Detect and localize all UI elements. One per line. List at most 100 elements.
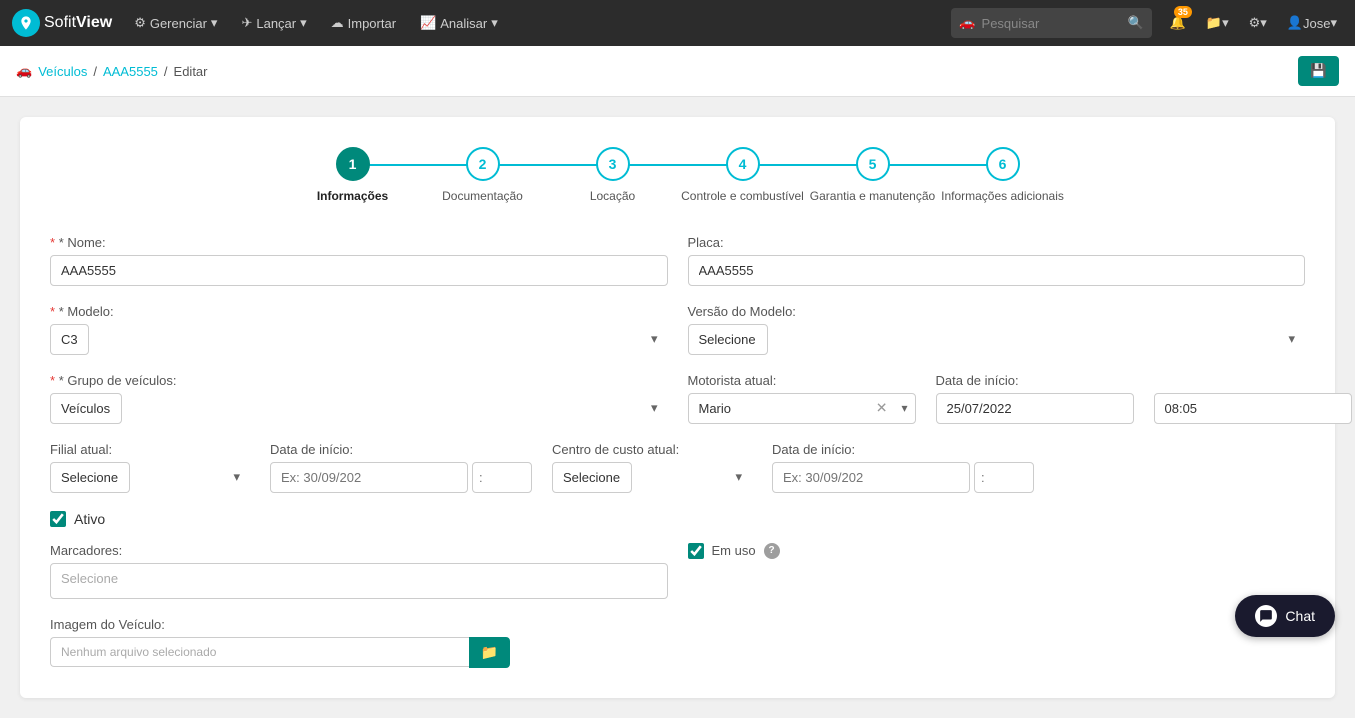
documents-button[interactable]: 📁 ▾ [1200, 0, 1235, 46]
form-group-em-uso: Em uso ? [688, 543, 1306, 559]
step-circle-1: 1 [336, 147, 370, 181]
chevron-down-icon: ▾ [300, 15, 307, 31]
hora3-input[interactable] [974, 462, 1034, 493]
step-label-1: Informações [317, 189, 388, 205]
data-inicio2-label: Data de início: [270, 442, 532, 457]
nav-gerenciar[interactable]: ⚙ Gerenciar ▾ [124, 0, 227, 46]
chevron-down-icon: ▾ [1330, 15, 1337, 31]
image-upload-button[interactable]: 📁 [469, 637, 510, 668]
em-uso-checkbox[interactable] [688, 543, 704, 559]
form-group-marcadores: Marcadores: Selecione [50, 543, 668, 599]
chat-button[interactable]: Chat [1235, 595, 1335, 637]
data2-input[interactable] [270, 462, 468, 493]
breadcrumb-current: Editar [174, 64, 208, 79]
search-icon[interactable]: 🔍 [1128, 15, 1144, 31]
step-label-6: Informações adicionais [941, 189, 1064, 205]
notifications-button[interactable]: 🔔 35 [1164, 0, 1192, 46]
image-upload: Nenhum arquivo selecionado 📁 [50, 637, 510, 668]
hora-input[interactable] [1154, 393, 1352, 424]
modelo-select[interactable]: C3 [50, 324, 89, 355]
nav-analisar[interactable]: 📈 Analisar ▾ [410, 0, 508, 46]
folder-icon: 📁 [1206, 15, 1222, 31]
upload-icon: 📁 [481, 644, 498, 660]
data-inicio3-label: Data de início: [772, 442, 1034, 457]
form-row-nome-placa: * * Nome: Placa: [50, 235, 1305, 286]
chat-label: Chat [1285, 608, 1315, 624]
form-row-marcadores: Marcadores: Selecione Em uso ? [50, 543, 1305, 599]
step-5[interactable]: 5 Garantia e manutenção [808, 147, 938, 205]
step-1[interactable]: 1 Informações [288, 147, 418, 205]
stepper: 1 Informações 2 Documentação 3 Locação 4… [50, 147, 1305, 205]
step-line-2 [483, 164, 613, 166]
data-inicio-input[interactable] [936, 393, 1134, 424]
breadcrumb: 🚗 Veículos / AAA5555 / Editar [16, 63, 208, 79]
form-row-modelo: * * Modelo: C3 Versão do Modelo: Selecio… [50, 304, 1305, 355]
breadcrumb-plate[interactable]: AAA5555 [103, 64, 158, 79]
search-bar[interactable]: 🚗 🔍 [951, 8, 1151, 38]
step-2[interactable]: 2 Documentação [418, 147, 548, 205]
step-label-4: Controle e combustível [681, 189, 804, 205]
search-input[interactable] [982, 16, 1122, 31]
nome-input[interactable] [50, 255, 668, 286]
form-group-data3: Data de início: [772, 442, 1034, 493]
data-inicio-label: Data de início: [936, 373, 1134, 388]
modelo-select-wrapper: C3 [50, 324, 668, 355]
save-button[interactable]: 💾 [1298, 56, 1339, 86]
nav-lancar[interactable]: ✈ Lançar ▾ [231, 0, 316, 46]
ativo-label[interactable]: Ativo [74, 511, 105, 527]
form-group-nome: * * Nome: [50, 235, 668, 286]
versao-label: Versão do Modelo: [688, 304, 1306, 319]
imagem-label: Imagem do Veículo: [50, 617, 510, 632]
nome-label: * * Nome: [50, 235, 668, 250]
hora2-input[interactable] [472, 462, 532, 493]
filial-label: Filial atual: [50, 442, 250, 457]
step-circle-5: 5 [856, 147, 890, 181]
user-menu[interactable]: 👤 Jose ▾ [1281, 0, 1343, 46]
form-card: 1 Informações 2 Documentação 3 Locação 4… [20, 117, 1335, 698]
form-group-modelo: * * Modelo: C3 [50, 304, 668, 355]
main-content: 1 Informações 2 Documentação 3 Locação 4… [0, 97, 1355, 718]
form-row-grupo: * * Grupo de veículos: Veículos Motorist… [50, 373, 1305, 424]
data3-input-group [772, 462, 1034, 493]
breadcrumb-veiculos[interactable]: Veículos [38, 64, 87, 79]
step-label-5: Garantia e manutenção [810, 189, 935, 205]
ativo-checkbox[interactable] [50, 511, 66, 527]
em-uso-label[interactable]: Em uso [712, 543, 756, 558]
launch-icon: ✈ [241, 15, 252, 31]
centro-select[interactable]: Selecione [552, 462, 632, 493]
brand-icon [12, 9, 40, 37]
form-group-hora [1154, 373, 1352, 424]
placa-input[interactable] [688, 255, 1306, 286]
step-4[interactable]: 4 Controle e combustível [678, 147, 808, 205]
settings-button[interactable]: ⚙ ▾ [1243, 0, 1273, 46]
marcadores-label: Marcadores: [50, 543, 668, 558]
save-icon: 💾 [1310, 63, 1327, 79]
step-6[interactable]: 6 Informações adicionais [938, 147, 1068, 205]
motorista-clear-icon[interactable]: ✕ [876, 400, 888, 417]
breadcrumb-sep1: / [93, 64, 97, 79]
placa-label: Placa: [688, 235, 1306, 250]
vehicle-breadcrumb-icon: 🚗 [16, 63, 32, 79]
versao-select[interactable]: Selecione [688, 324, 768, 355]
em-uso-row: Em uso ? [688, 543, 1306, 559]
step-line-5 [873, 164, 1003, 166]
marcadores-field[interactable]: Selecione [50, 563, 668, 599]
form-group-centro: Centro de custo atual: Selecione [552, 442, 752, 493]
nav-importar[interactable]: ☁ Importar [321, 0, 406, 46]
versao-select-wrapper: Selecione [688, 324, 1306, 355]
hora-label [1154, 373, 1352, 388]
step-3[interactable]: 3 Locação [548, 147, 678, 205]
chart-icon: 📈 [420, 15, 436, 31]
step-line-3 [613, 164, 743, 166]
form-group-placa: Placa: [688, 235, 1306, 286]
filial-select[interactable]: Selecione [50, 462, 130, 493]
step-line-4 [743, 164, 873, 166]
form-group-grupo: * * Grupo de veículos: Veículos [50, 373, 668, 424]
centro-select-wrapper: Selecione [552, 462, 752, 493]
form-group-imagem: Imagem do Veículo: Nenhum arquivo seleci… [50, 617, 510, 668]
breadcrumb-sep2: / [164, 64, 168, 79]
form-group-motorista: Motorista atual: ✕ ▾ [688, 373, 916, 424]
step-circle-2: 2 [466, 147, 500, 181]
grupo-select[interactable]: Veículos [50, 393, 122, 424]
data3-input[interactable] [772, 462, 970, 493]
